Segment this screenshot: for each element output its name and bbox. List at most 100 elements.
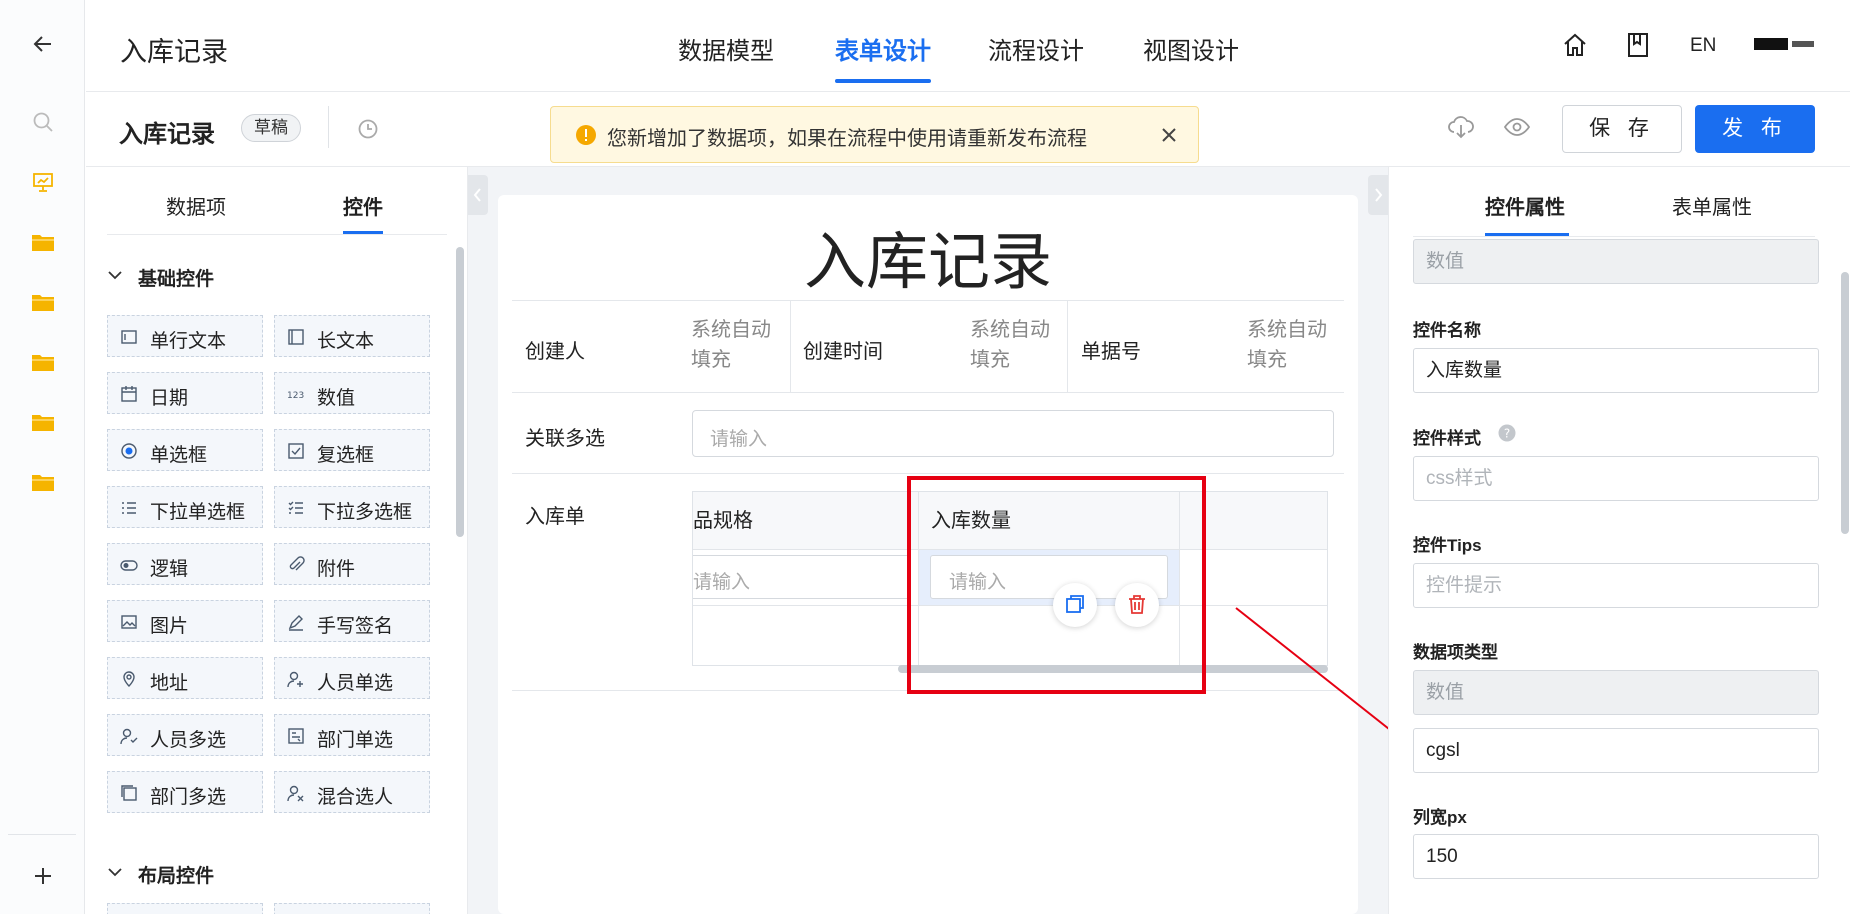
tab-form-properties[interactable]: 表单属性 — [1672, 191, 1752, 220]
control-item[interactable]: 下拉单选框 — [107, 486, 263, 528]
preview-eye-icon[interactable] — [1503, 116, 1531, 138]
folder-icon[interactable] — [0, 282, 85, 322]
control-item[interactable] — [107, 903, 263, 914]
control-item[interactable]: 人员多选 — [107, 714, 263, 756]
chevron-down-icon[interactable] — [107, 267, 123, 283]
control-item[interactable]: 图片 — [107, 600, 263, 642]
control-item-label: 地址 — [150, 673, 189, 694]
search-icon[interactable] — [0, 102, 85, 142]
help-icon[interactable]: ? — [1497, 423, 1517, 443]
doc-number-value: 系统自动 填充 — [1247, 319, 1327, 371]
data-type-field: 数值 — [1413, 670, 1819, 715]
control-style-label: 控件样式 — [1413, 429, 1481, 448]
control-item[interactable]: 下拉多选框 — [274, 486, 430, 528]
column-divider — [790, 300, 791, 392]
subform-label: 入库单 — [525, 506, 585, 528]
calendar-icon — [120, 385, 138, 403]
control-item[interactable]: 手写签名 — [274, 600, 430, 642]
spec-cell-input[interactable]: 请输入 — [693, 555, 911, 599]
tab-controls[interactable]: 控件 — [343, 191, 383, 220]
image-icon — [120, 613, 138, 631]
book-icon[interactable] — [1627, 32, 1649, 58]
control-item[interactable]: 逻辑 — [107, 543, 263, 585]
tab-data-items[interactable]: 数据项 — [166, 191, 226, 220]
control-item[interactable]: 日期 — [107, 372, 263, 414]
form-title[interactable]: 入库记录 — [498, 211, 1358, 301]
section-title-layout: 布局控件 — [138, 866, 215, 887]
form-name: 入库记录 — [119, 121, 215, 148]
status-badge: 草稿 — [241, 114, 301, 142]
control-item-label: 混合选人 — [317, 787, 394, 808]
collapse-right-button[interactable] — [1368, 175, 1388, 215]
tab-control-properties[interactable]: 控件属性 — [1485, 191, 1565, 220]
created-time-value: 系统自动 填充 — [970, 319, 1050, 371]
save-button[interactable]: 保 存 — [1562, 105, 1682, 153]
control-name-label: 控件名称 — [1413, 321, 1481, 340]
created-time-label: 创建时间 — [803, 341, 883, 363]
column-header-spec: 品规格 — [693, 510, 753, 532]
control-item[interactable]: 123 数值 — [274, 372, 430, 414]
control-style-input[interactable]: css样式 — [1413, 456, 1819, 501]
tab-baseline — [1413, 236, 1815, 237]
control-item-label: 数值 — [317, 388, 356, 409]
department-icon — [287, 727, 305, 745]
control-item[interactable]: 复选框 — [274, 429, 430, 471]
folder-icon[interactable] — [0, 222, 85, 262]
folder-icon[interactable] — [0, 462, 85, 502]
folder-icon[interactable] — [0, 402, 85, 442]
cloud-download-icon[interactable] — [1447, 114, 1475, 140]
folder-icon[interactable] — [0, 342, 85, 382]
control-item[interactable]: 部门多选 — [107, 771, 263, 813]
row-divider — [512, 473, 1344, 474]
user-avatar[interactable] — [1754, 38, 1824, 50]
svg-text:?: ? — [1504, 427, 1510, 441]
control-item-label: 部门多选 — [150, 787, 227, 808]
control-item[interactable]: 附件 — [274, 543, 430, 585]
tab-form-design[interactable]: 表单设计 — [835, 31, 931, 66]
back-arrow-icon[interactable] — [0, 24, 85, 64]
control-item[interactable]: 混合选人 — [274, 771, 430, 813]
control-item[interactable] — [274, 903, 430, 914]
collapse-left-button[interactable] — [468, 175, 488, 215]
column-width-input[interactable]: 150 — [1413, 834, 1819, 879]
control-item[interactable]: 部门单选 — [274, 714, 430, 756]
tab-view-design[interactable]: 视图设计 — [1143, 31, 1239, 66]
control-item-label: 图片 — [150, 616, 189, 637]
tab-flow-design[interactable]: 流程设计 — [988, 31, 1084, 66]
number-icon: 123 — [287, 385, 305, 403]
history-icon[interactable] — [356, 117, 380, 141]
checkbox-icon — [287, 442, 305, 460]
publish-button[interactable]: 发 布 — [1695, 105, 1815, 153]
presentation-icon[interactable] — [0, 162, 85, 202]
chevron-down-icon[interactable] — [107, 864, 123, 880]
field-code-input[interactable]: cgsl — [1413, 728, 1819, 773]
dropdown-icon — [120, 499, 138, 517]
control-item-label: 下拉单选框 — [150, 502, 246, 523]
plus-icon[interactable] — [0, 856, 85, 896]
control-item[interactable]: 单选框 — [107, 429, 263, 471]
active-tab-indicator — [835, 79, 931, 83]
tab-data-model[interactable]: 数据模型 — [678, 31, 774, 66]
active-tab-indicator — [343, 231, 383, 234]
home-icon[interactable] — [1562, 32, 1588, 58]
control-item-label: 单行文本 — [150, 331, 227, 352]
component-panel: 数据项 控件 基础控件 单行文本 长文本 日期 123 数值 单选框 复选框 下拉单选框 下拉多… — [86, 167, 468, 914]
mixed-users-icon — [287, 784, 305, 802]
users-icon — [120, 727, 138, 745]
multi-select-input[interactable]: 请输入 — [692, 410, 1334, 457]
radio-icon — [120, 442, 138, 460]
control-item[interactable]: 单行文本 — [107, 315, 263, 357]
scrollbar[interactable] — [456, 247, 464, 537]
control-tips-input[interactable]: 控件提示 — [1413, 563, 1819, 608]
scrollbar[interactable] — [1841, 272, 1849, 534]
column-divider — [1067, 300, 1068, 392]
control-name-input[interactable]: 入库数量 — [1413, 348, 1819, 393]
control-item[interactable]: 长文本 — [274, 315, 430, 357]
control-item-label: 人员多选 — [150, 730, 227, 751]
creator-value: 系统自动 填充 — [691, 319, 771, 371]
control-item[interactable]: 地址 — [107, 657, 263, 699]
language-switch[interactable]: EN — [1690, 35, 1716, 57]
control-item[interactable]: 人员单选 — [274, 657, 430, 699]
tab-baseline — [107, 234, 447, 235]
close-icon[interactable] — [1160, 126, 1178, 144]
